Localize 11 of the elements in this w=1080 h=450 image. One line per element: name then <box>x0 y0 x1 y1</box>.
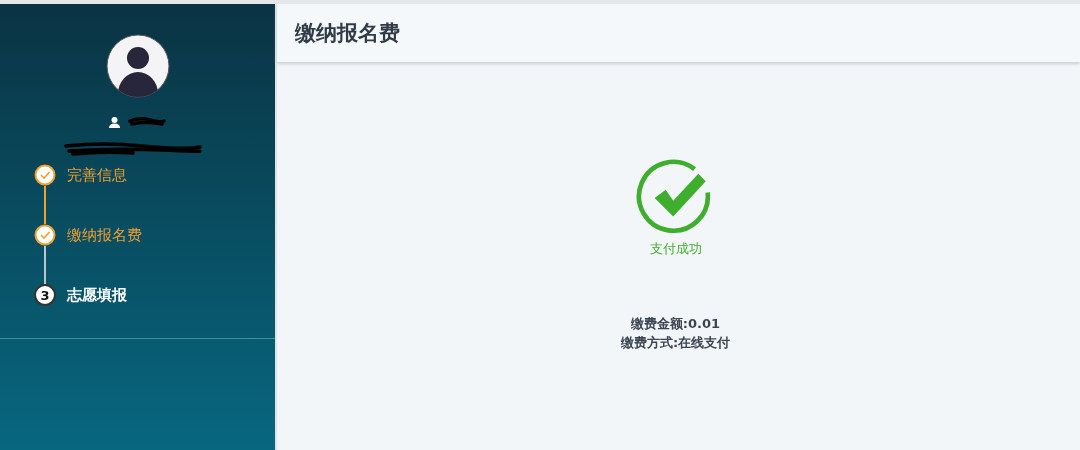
payment-detail: 缴费金额:0.01 <box>630 315 721 333</box>
step-label: 完善信息 <box>67 165 127 186</box>
payment-detail: 缴费方式:在线支付 <box>620 334 731 352</box>
user-icon <box>109 116 120 128</box>
redaction-mark <box>128 116 166 128</box>
step-label: 缴纳报名费 <box>67 225 142 246</box>
step-number: 3 <box>34 284 56 306</box>
status-message: 支付成功 <box>649 240 702 258</box>
page-title: 缴纳报名费 <box>295 20 400 47</box>
avatar-icon <box>105 34 170 98</box>
step-label: 志愿填报 <box>67 285 127 306</box>
